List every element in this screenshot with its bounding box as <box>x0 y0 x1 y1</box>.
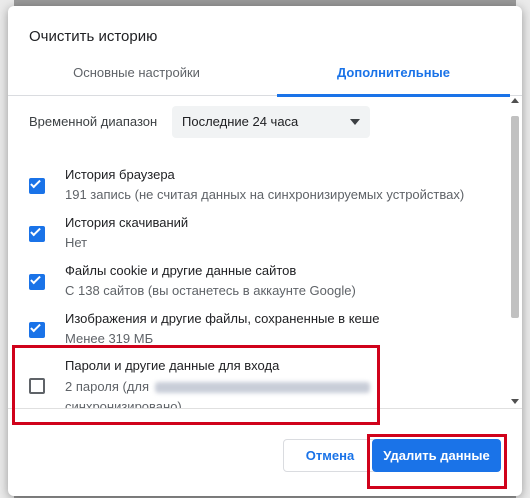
checkmark-icon <box>30 177 41 189</box>
time-range-value: Последние 24 часа <box>182 114 299 129</box>
data-type-list: История браузера 191 запись (не считая д… <box>8 146 508 408</box>
redacted-sites <box>154 382 370 394</box>
item-title: Файлы cookie и другие данные сайтов <box>65 263 297 278</box>
item-title: Пароли и другие данные для входа <box>65 358 280 373</box>
tab-basic-settings[interactable]: Основные настройки <box>8 60 265 96</box>
clear-history-dialog: Очистить историю Основные настройки Допо… <box>8 6 522 496</box>
scroll-up-icon[interactable] <box>511 98 519 103</box>
item-title: История скачиваний <box>65 215 189 230</box>
list-scrollbar[interactable] <box>508 94 522 406</box>
checkmark-icon <box>30 321 41 333</box>
checkmark-icon <box>30 273 41 285</box>
checkbox-cached-images[interactable] <box>29 321 45 338</box>
checkbox-passwords[interactable] <box>29 378 45 394</box>
checkbox-browsing-history[interactable] <box>29 177 45 194</box>
item-subtitle-line2: синхронизировано) <box>65 399 182 408</box>
tab-advanced-settings[interactable]: Дополнительные <box>265 60 522 97</box>
item-title: История браузера <box>65 167 175 182</box>
item-subtitle: Нет <box>65 235 88 250</box>
tab-bar: Основные настройки Дополнительные <box>8 60 522 97</box>
scroll-down-icon[interactable] <box>511 399 519 404</box>
checkbox-cookies[interactable] <box>29 273 45 290</box>
item-subtitle: 191 запись (не считая данных на синхрони… <box>65 187 465 202</box>
cancel-button[interactable]: Отмена <box>283 439 377 472</box>
checkmark-icon <box>30 225 41 237</box>
dropdown-arrow-icon <box>350 119 360 125</box>
scroll-thumb[interactable] <box>511 116 519 318</box>
item-subtitle: С 138 сайтов (вы останетесь в аккаунте G… <box>65 283 356 298</box>
item-title: Изображения и другие файлы, сохраненные … <box>65 311 380 326</box>
item-subtitle-text: 2 пароля (для <box>65 379 150 394</box>
checkbox-download-history[interactable] <box>29 225 45 242</box>
dialog-title: Очистить историю <box>29 28 158 45</box>
item-subtitle: Менее 319 МБ <box>65 331 154 346</box>
time-range-label: Временной диапазон <box>29 114 158 129</box>
time-range-select[interactable]: Последние 24 часа <box>172 106 370 138</box>
delete-data-button[interactable]: Удалить данные <box>372 439 501 472</box>
item-subtitle: 2 пароля (для <box>65 379 370 394</box>
